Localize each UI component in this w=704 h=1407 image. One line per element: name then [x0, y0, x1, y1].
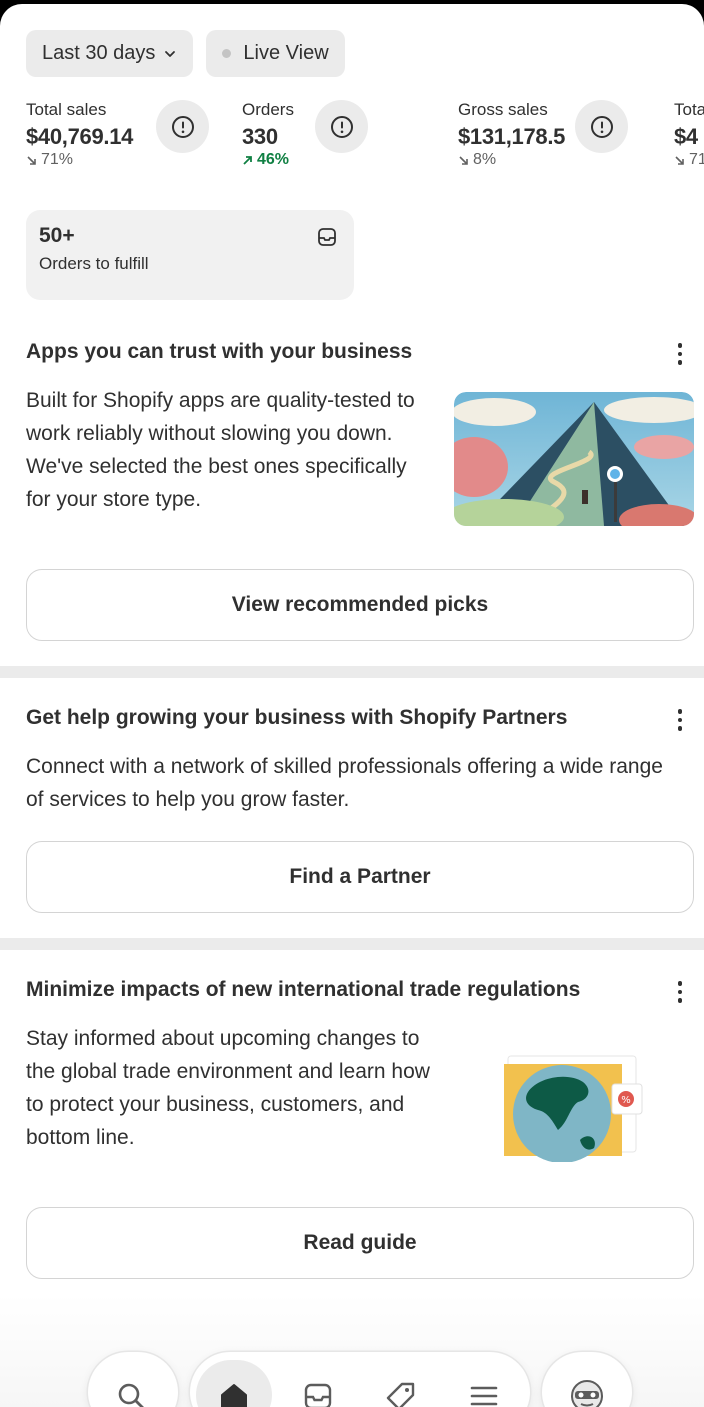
chevron-down-icon — [165, 50, 176, 57]
metric-total-partial[interactable]: Tota $4 71 — [674, 100, 704, 169]
arrow-down-right-icon — [27, 155, 36, 165]
info-button[interactable] — [315, 100, 368, 153]
metric-delta: 8% — [458, 151, 565, 169]
home-icon[interactable] — [217, 1379, 251, 1407]
apps-card-title: Apps you can trust with your business — [26, 340, 413, 363]
read-guide-button[interactable]: Read guide — [26, 1207, 694, 1279]
metric-label: Tota — [674, 100, 704, 119]
fulfill-label: Orders to fulfill — [39, 254, 149, 273]
metric-delta-value: 46% — [257, 151, 290, 168]
menu-icon[interactable] — [467, 1379, 501, 1407]
metric-delta: 46% — [242, 151, 294, 169]
date-range-label: Last 30 days — [42, 42, 156, 64]
metric-label: Orders — [242, 100, 294, 119]
alert-circle-icon — [330, 115, 353, 138]
svg-text:%: % — [621, 1095, 631, 1106]
metric-value: $131,178.5 — [458, 124, 566, 149]
more-options-icon[interactable] — [670, 706, 690, 734]
arrow-down-right-icon — [459, 155, 468, 165]
metric-delta: 71 — [674, 151, 704, 169]
live-view-button[interactable]: Live View — [206, 30, 345, 77]
live-view-label: Live View — [243, 42, 329, 64]
partners-card-title: Get help growing your business with Shop… — [26, 706, 568, 729]
inbox-icon — [318, 228, 336, 246]
trade-card-body: Stay informed about upcoming changes to … — [26, 1027, 430, 1149]
trade-card-title: Minimize impacts of new international tr… — [26, 978, 581, 1001]
metric-orders[interactable]: Orders 330 46% — [242, 100, 294, 169]
arrow-down-right-icon — [675, 155, 684, 165]
info-button[interactable] — [156, 100, 209, 153]
metric-delta-value: 8% — [473, 151, 497, 168]
mountain-illustration — [454, 392, 694, 526]
metric-value: 330 — [242, 124, 278, 149]
tag-icon[interactable] — [384, 1379, 418, 1407]
orders-to-fulfill-card[interactable]: 50+ Orders to fulfill — [26, 210, 354, 300]
metric-delta: 71% — [26, 151, 133, 169]
find-partner-button[interactable]: Find a Partner — [26, 841, 694, 913]
metric-value: $40,769.14 — [26, 124, 134, 149]
metric-value: $4 — [674, 124, 698, 149]
globe-illustration: % — [504, 1055, 643, 1162]
metric-label: Total sales — [26, 100, 107, 119]
view-recommended-picks-button[interactable]: View recommended picks — [26, 569, 694, 641]
more-options-icon[interactable] — [670, 978, 690, 1006]
home-screen: Last 30 days Live View Total sales $40,7… — [0, 4, 704, 1407]
info-button[interactable] — [575, 100, 628, 153]
metric-label: Gross sales — [458, 100, 548, 119]
metrics-row[interactable]: Total sales $40,769.14 71% Orders 330 46… — [26, 100, 704, 180]
fulfill-count: 50+ — [39, 224, 75, 247]
sidekick-icon[interactable] — [570, 1379, 604, 1407]
inbox-icon[interactable] — [301, 1379, 335, 1407]
date-range-selector[interactable]: Last 30 days — [26, 30, 194, 77]
metric-delta-value: 71% — [41, 151, 74, 168]
apps-card-body: Built for Shopify apps are quality-teste… — [26, 389, 415, 511]
partners-card-body: Connect with a network of skilled profes… — [26, 755, 663, 811]
search-icon[interactable] — [114, 1379, 148, 1407]
alert-circle-icon — [590, 115, 613, 138]
metric-delta-value: 71 — [689, 151, 704, 168]
arrow-up-right-icon — [243, 155, 252, 165]
section-divider — [0, 666, 704, 678]
more-options-icon[interactable] — [670, 340, 690, 368]
alert-circle-icon — [171, 115, 194, 138]
metric-gross-sales[interactable]: Gross sales $131,178.5 8% — [458, 100, 565, 169]
filter-bar: Last 30 days Live View — [26, 30, 345, 77]
live-status-dot — [222, 49, 232, 58]
section-divider — [0, 938, 704, 950]
metric-total-sales[interactable]: Total sales $40,769.14 71% — [26, 100, 133, 169]
